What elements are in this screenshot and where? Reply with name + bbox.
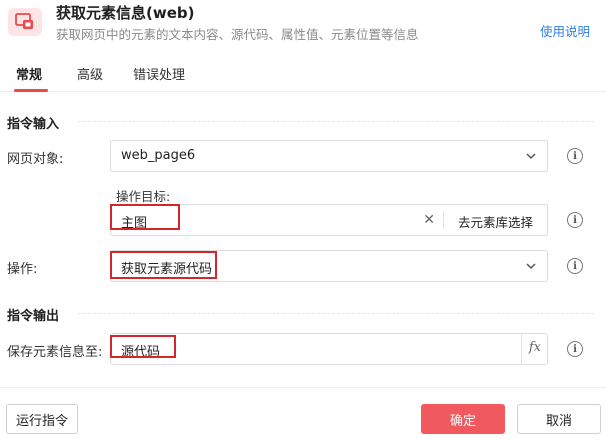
info-icon[interactable]: i — [567, 258, 583, 274]
target-label: 操作目标: — [116, 189, 171, 204]
info-icon[interactable]: i — [567, 341, 583, 357]
confirm-button[interactable]: 确定 — [421, 404, 505, 434]
save-to-highlight — [110, 335, 176, 358]
web-element-icon — [8, 8, 42, 36]
cancel-button[interactable]: 取消 — [517, 404, 601, 434]
separator — [443, 211, 444, 229]
output-section-title: 指令输出 — [7, 309, 60, 324]
run-command-button[interactable]: 运行指令 — [6, 404, 78, 434]
web-page-select[interactable]: web_page6 — [110, 140, 548, 172]
element-library-button[interactable]: 去元素库选择 — [458, 212, 533, 231]
footer-divider — [0, 387, 606, 388]
tab-general[interactable]: 常规 — [16, 64, 42, 83]
save-to-label: 保存元素信息至: — [7, 345, 103, 360]
fx-icon[interactable]: fx — [529, 340, 541, 355]
dialog-subtitle: 获取网页中的元素的文本内容、源代码、属性值、元素位置等信息 — [56, 27, 419, 42]
target-highlight — [110, 204, 180, 230]
tab-advanced[interactable]: 高级 — [77, 64, 103, 83]
web-page-value: web_page6 — [121, 148, 196, 163]
operation-label: 操作: — [7, 262, 38, 277]
tab-error-handling[interactable]: 错误处理 — [133, 64, 185, 83]
dialog-title: 获取元素信息(web) — [56, 4, 195, 22]
section-divider — [78, 313, 594, 314]
active-tab-indicator — [14, 89, 48, 92]
section-divider — [78, 121, 594, 122]
info-icon[interactable]: i — [567, 212, 583, 228]
chevron-down-icon — [526, 153, 536, 160]
help-link[interactable]: 使用说明 — [540, 21, 590, 40]
operation-highlight — [110, 251, 217, 279]
web-page-label: 网页对象: — [7, 152, 64, 167]
separator — [521, 334, 522, 364]
clear-icon[interactable]: ✕ — [423, 212, 435, 228]
tab-bar: 常规 高级 错误处理 — [0, 56, 606, 92]
chevron-down-icon — [526, 263, 536, 270]
input-section-title: 指令输入 — [7, 117, 60, 132]
info-icon[interactable]: i — [567, 148, 583, 164]
